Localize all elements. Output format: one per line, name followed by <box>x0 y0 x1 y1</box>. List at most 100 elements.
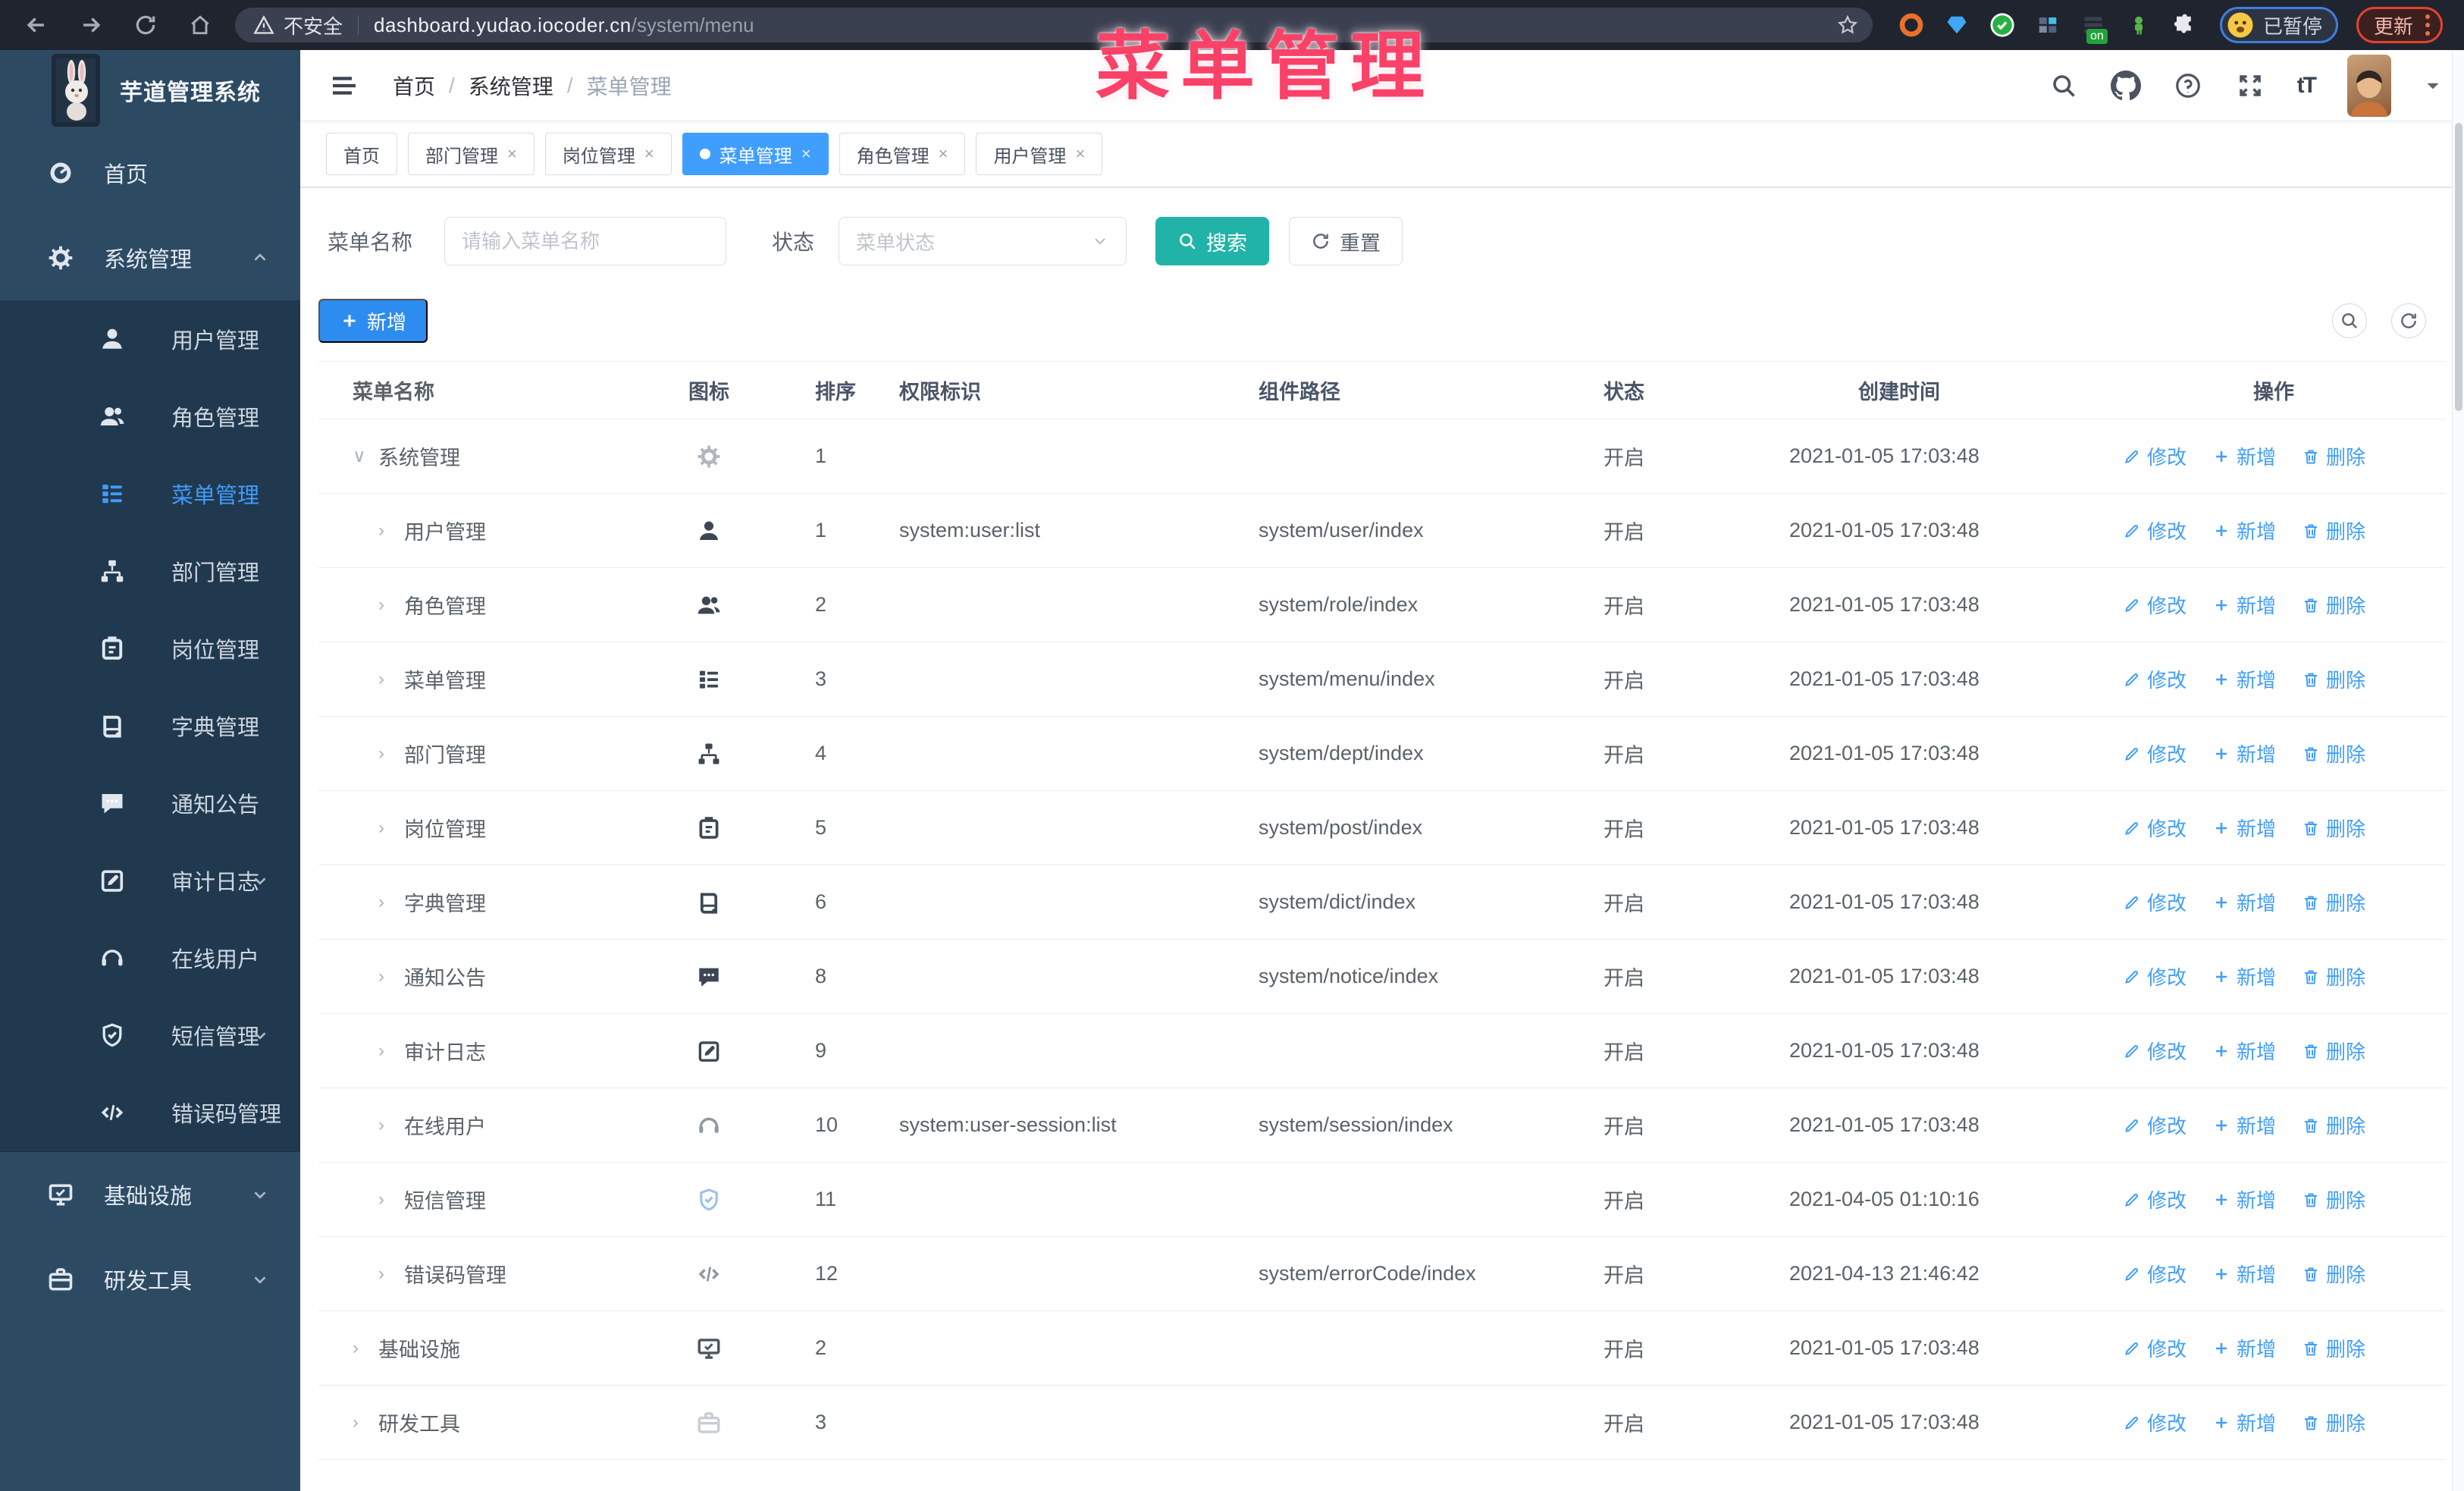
sidebar-item-13[interactable]: 基础设施 <box>0 1152 300 1237</box>
forward-icon[interactable] <box>77 11 105 39</box>
tab-2[interactable]: 岗位管理 × <box>544 133 672 175</box>
back-icon[interactable] <box>23 11 50 39</box>
delete-action[interactable]: 删除 <box>2302 516 2365 545</box>
delete-action[interactable]: 删除 <box>2302 1408 2365 1436</box>
delete-action[interactable]: 删除 <box>2302 1260 2365 1288</box>
edit-action[interactable]: 修改 <box>2123 591 2187 619</box>
expand-row-icon[interactable]: › <box>378 1115 404 1136</box>
fullscreen-icon[interactable] <box>2235 71 2265 101</box>
edit-action[interactable]: 修改 <box>2123 1334 2187 1362</box>
extension-gem-icon[interactable] <box>1944 12 1970 38</box>
reload-icon[interactable] <box>132 11 159 39</box>
expand-row-icon[interactable]: › <box>378 1263 404 1285</box>
add-action[interactable]: 新增 <box>2212 591 2276 619</box>
tab-5[interactable]: 用户管理 × <box>976 133 1103 175</box>
expand-row-icon[interactable]: › <box>378 520 404 541</box>
sidebar-item-1[interactable]: 系统管理 <box>0 215 300 300</box>
sidebar-item-12[interactable]: 错误码管理 <box>0 1074 300 1151</box>
extension-grid-icon[interactable] <box>2035 12 2061 38</box>
delete-action[interactable]: 删除 <box>2302 1111 2365 1139</box>
sidebar-item-14[interactable]: 研发工具 <box>0 1237 300 1322</box>
hamburger-icon[interactable] <box>328 69 361 102</box>
collapse-row-icon[interactable]: ∨ <box>353 445 378 467</box>
edit-action[interactable]: 修改 <box>2123 1111 2187 1139</box>
expand-row-icon[interactable]: › <box>378 818 404 839</box>
edit-action[interactable]: 修改 <box>2123 1260 2187 1288</box>
bookmark-star-icon[interactable] <box>1836 14 1859 36</box>
delete-action[interactable]: 删除 <box>2302 1037 2365 1065</box>
expand-row-icon[interactable]: › <box>378 595 404 616</box>
tab-1[interactable]: 部门管理 × <box>408 133 534 175</box>
delete-action[interactable]: 删除 <box>2302 591 2365 619</box>
extension-proxy-icon[interactable]: on <box>2080 12 2108 44</box>
add-action[interactable]: 新增 <box>2212 442 2276 470</box>
sidebar-item-9[interactable]: 审计日志 <box>0 842 300 919</box>
refresh-table-button[interactable] <box>2391 303 2426 338</box>
chevron-down-icon[interactable] <box>2423 76 2443 96</box>
add-action[interactable]: 新增 <box>2212 1334 2276 1362</box>
expand-row-icon[interactable]: › <box>378 892 404 913</box>
add-action[interactable]: 新增 <box>2212 665 2276 693</box>
extension-orange-icon[interactable] <box>1898 12 1924 38</box>
sidebar-item-5[interactable]: 部门管理 <box>0 532 300 610</box>
edit-action[interactable]: 修改 <box>2123 739 2187 767</box>
profile-paused-badge[interactable]: 已暂停 <box>2220 7 2339 43</box>
expand-row-icon[interactable]: › <box>378 669 404 690</box>
tab-4[interactable]: 角色管理 × <box>839 133 966 175</box>
browser-menu-icon[interactable] <box>2425 14 2431 36</box>
edit-action[interactable]: 修改 <box>2123 442 2187 470</box>
expand-row-icon[interactable]: › <box>378 1189 404 1210</box>
menu-name-input[interactable] <box>444 217 727 265</box>
tab-close-icon[interactable]: × <box>644 144 654 164</box>
header-search-icon[interactable] <box>2049 71 2079 101</box>
delete-action[interactable]: 删除 <box>2302 1185 2365 1213</box>
scrollbar-thumb[interactable] <box>2455 123 2462 411</box>
sidebar-item-6[interactable]: 岗位管理 <box>0 610 300 687</box>
sidebar-item-8[interactable]: 通知公告 <box>0 764 300 842</box>
edit-action[interactable]: 修改 <box>2123 962 2187 990</box>
delete-action[interactable]: 删除 <box>2302 442 2365 470</box>
delete-action[interactable]: 删除 <box>2302 814 2365 842</box>
tab-0[interactable]: 首页 <box>326 133 397 175</box>
extensions-puzzle-icon[interactable] <box>2171 12 2197 38</box>
extension-check-icon[interactable] <box>1989 12 2015 38</box>
delete-action[interactable]: 删除 <box>2302 1334 2365 1362</box>
sidebar-item-0[interactable]: 首页 <box>0 130 300 215</box>
add-action[interactable]: 新增 <box>2212 1260 2276 1288</box>
font-size-icon[interactable]: tT <box>2297 73 2317 99</box>
breadcrumb-system[interactable]: 系统管理 <box>469 71 553 101</box>
tab-3[interactable]: 菜单管理 × <box>682 133 829 175</box>
sidebar-item-2[interactable]: 用户管理 <box>0 300 300 378</box>
help-icon[interactable] <box>2173 71 2203 101</box>
delete-action[interactable]: 删除 <box>2302 962 2365 990</box>
sidebar-item-7[interactable]: 字典管理 <box>0 687 300 764</box>
sidebar-item-10[interactable]: 在线用户 <box>0 919 300 997</box>
edit-action[interactable]: 修改 <box>2123 814 2187 842</box>
add-action[interactable]: 新增 <box>2212 814 2276 842</box>
edit-action[interactable]: 修改 <box>2123 665 2187 693</box>
show-search-button[interactable] <box>2332 303 2367 338</box>
edit-action[interactable]: 修改 <box>2123 1037 2187 1065</box>
add-action[interactable]: 新增 <box>2212 516 2276 545</box>
edit-action[interactable]: 修改 <box>2123 888 2187 916</box>
tab-close-icon[interactable]: × <box>939 144 948 164</box>
edit-action[interactable]: 修改 <box>2123 1408 2187 1436</box>
add-action[interactable]: 新增 <box>2212 1408 2276 1436</box>
expand-row-icon[interactable]: › <box>378 1041 404 1062</box>
sidebar-item-4[interactable]: 菜单管理 <box>0 455 300 532</box>
expand-row-icon[interactable]: › <box>353 1338 378 1359</box>
reset-button[interactable]: 重置 <box>1289 217 1403 265</box>
add-action[interactable]: 新增 <box>2212 739 2276 767</box>
add-action[interactable]: 新增 <box>2212 888 2276 916</box>
expand-row-icon[interactable]: › <box>378 743 404 764</box>
scrollbar[interactable] <box>2452 50 2464 1491</box>
logo[interactable]: 芋道管理系统 <box>0 50 300 130</box>
sidebar-item-3[interactable]: 角色管理 <box>0 378 300 455</box>
delete-action[interactable]: 删除 <box>2302 665 2365 693</box>
address-bar[interactable]: 不安全 dashboard.yudao.iocoder.cn/system/me… <box>235 8 1873 42</box>
add-action[interactable]: 新增 <box>2212 1185 2276 1213</box>
edit-action[interactable]: 修改 <box>2123 1185 2187 1213</box>
add-action[interactable]: 新增 <box>2212 1111 2276 1139</box>
update-button[interactable]: 更新 <box>2356 7 2444 43</box>
status-select[interactable]: 菜单状态 <box>839 217 1127 265</box>
